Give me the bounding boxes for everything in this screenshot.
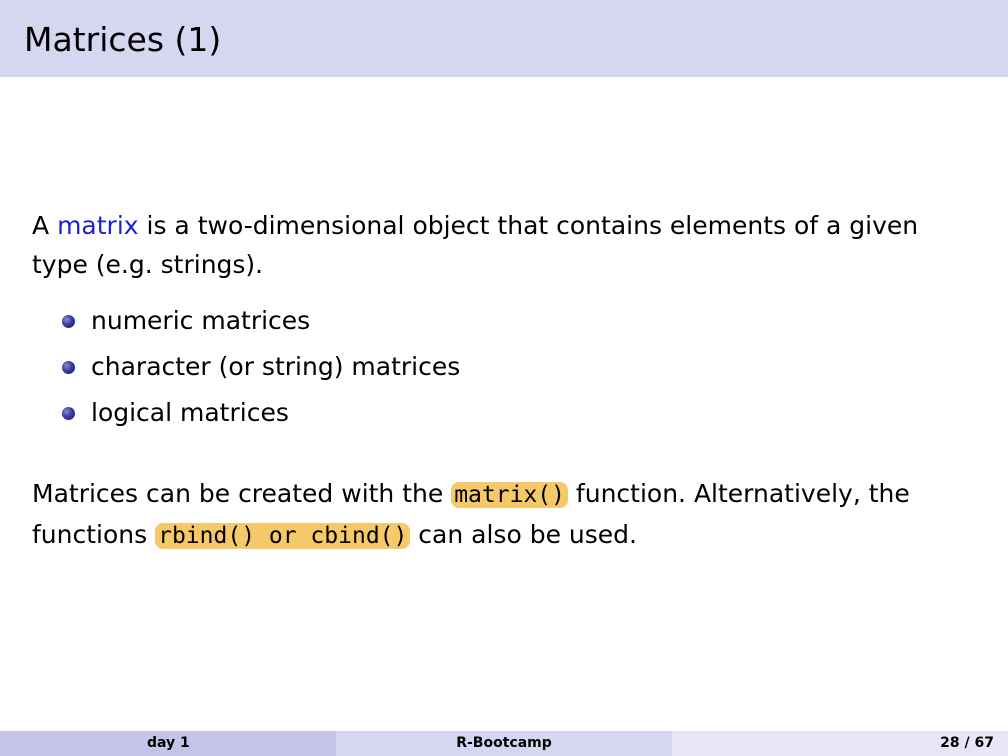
para2-text-3: can also be used.	[410, 520, 637, 549]
matrix-keyword: matrix	[57, 211, 139, 240]
list-item-label: numeric matrices	[91, 306, 311, 335]
para2-text-1: Matrices can be created with the	[32, 479, 452, 508]
bullet-icon	[62, 315, 75, 328]
bind-functions-code: rbind() or cbind()	[155, 523, 411, 549]
footer: day 1 R-Bootcamp 28 / 67	[0, 731, 1008, 756]
footer-course-title: R-Bootcamp	[456, 735, 552, 751]
title-bar: Matrices (1)	[0, 0, 1008, 77]
slide-title: Matrices (1)	[24, 20, 222, 59]
footer-center: R-Bootcamp	[336, 731, 672, 756]
footer-right: 28 / 67	[672, 731, 1008, 756]
list-item: logical matrices	[32, 390, 972, 436]
slide: Matrices (1) A matrix is a two-dimension…	[0, 0, 1008, 756]
list-item-label: logical matrices	[91, 398, 289, 427]
matrix-function-code: matrix()	[451, 482, 568, 508]
creation-paragraph: Matrices can be created with the matrix(…	[32, 474, 972, 556]
footer-left: day 1	[0, 731, 336, 756]
bullet-icon	[62, 361, 75, 374]
bullet-icon	[62, 407, 75, 420]
intro-suffix: is a two-dimensional object that contain…	[32, 211, 919, 279]
list-item-label: character (or string) matrices	[91, 352, 461, 381]
intro-paragraph: A matrix is a two-dimensional object tha…	[32, 206, 972, 284]
footer-day: day 1	[147, 735, 190, 751]
list-item: character (or string) matrices	[32, 344, 972, 390]
intro-prefix: A	[32, 211, 58, 240]
list-item: numeric matrices	[32, 298, 972, 344]
page-number: 28 / 67	[940, 735, 994, 751]
slide-body: A matrix is a two-dimensional object tha…	[32, 206, 972, 556]
matrix-types-list: numeric matrices character (or string) m…	[32, 298, 972, 436]
